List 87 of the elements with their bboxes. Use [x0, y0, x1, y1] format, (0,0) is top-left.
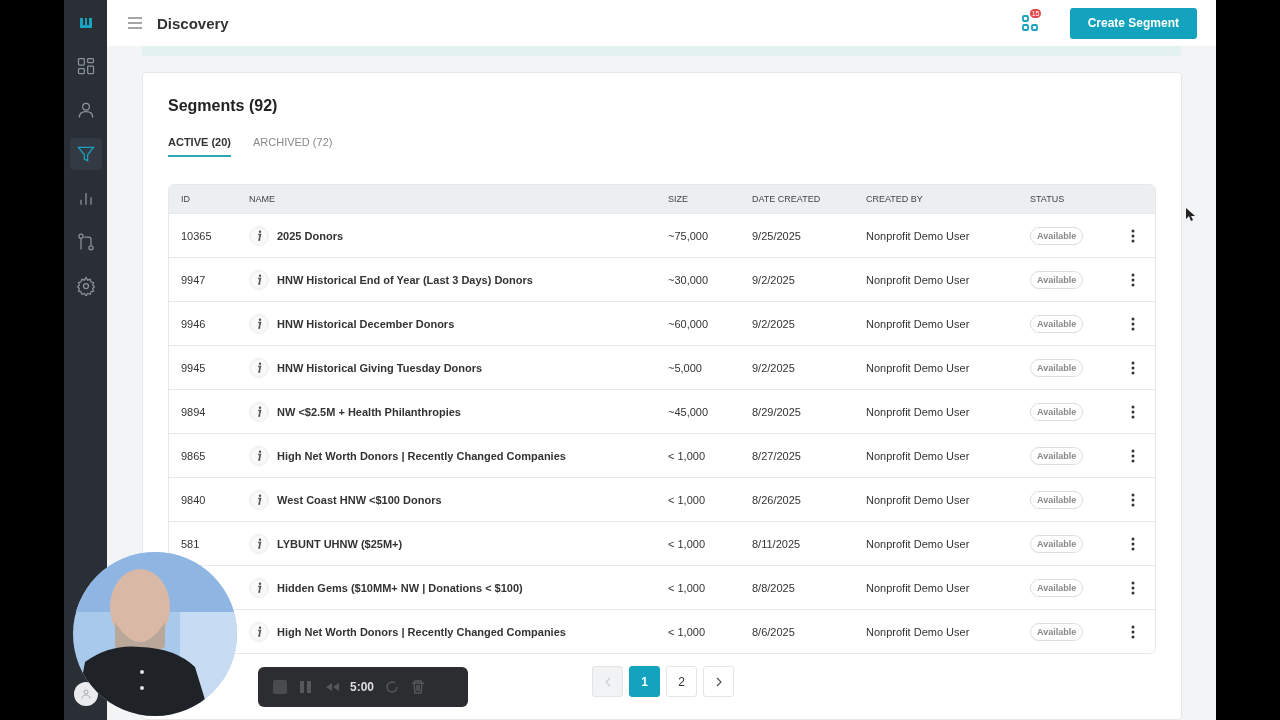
segment-name[interactable]: HNW Historical December Donors — [277, 317, 455, 330]
table-cell-text: 9946 — [181, 317, 207, 330]
more-icon[interactable] — [1130, 360, 1135, 375]
info-icon[interactable] — [249, 357, 269, 378]
table-cell-text: Nonprofit Demo User — [866, 625, 971, 638]
page-button[interactable]: 2 — [666, 666, 697, 697]
more-icon[interactable] — [1130, 404, 1135, 419]
table-cell-text: ~30,000 — [668, 273, 710, 286]
table-cell-text: Nonprofit Demo User — [866, 581, 971, 594]
table-cell-text: 8/6/2025 — [752, 625, 796, 638]
more-icon[interactable] — [1130, 316, 1135, 331]
table-cell-text: 8/26/2025 — [752, 493, 802, 506]
segment-name[interactable]: West Coast HNW <$100 Donors — [277, 493, 442, 506]
column-header[interactable]: NAME — [249, 194, 668, 204]
table-cell-text: < 1,000 — [668, 581, 706, 594]
table-cell-text: ~45,000 — [668, 405, 710, 418]
segment-name[interactable]: High Net Worth Donors | Recently Changed Companies — [277, 625, 566, 638]
table-cell-text: 9894 — [181, 405, 207, 418]
table-cell-text: < 1,000 — [668, 449, 706, 462]
chevron-left-icon — [603, 676, 612, 687]
table-cell-text: 8/27/2025 — [752, 449, 802, 462]
restart-icon[interactable] — [384, 679, 401, 695]
segment-name[interactable]: NW <$2.5M + Health Philanthropies — [277, 405, 461, 418]
table-cell-text: Nonprofit Demo User — [866, 229, 971, 242]
more-icon[interactable] — [1130, 228, 1135, 243]
table-cell-text: ~75,000 — [668, 229, 710, 242]
info-icon[interactable] — [249, 269, 269, 290]
info-icon[interactable] — [249, 621, 269, 642]
segment-name[interactable]: HNW Historical End of Year (Last 3 Days) Donors — [277, 273, 533, 286]
tab[interactable]: ACTIVE (20) — [168, 136, 231, 157]
table-cell-text: 581 — [181, 537, 201, 550]
column-header[interactable]: DATE CREATED — [752, 194, 866, 204]
more-icon[interactable] — [1130, 492, 1135, 507]
info-icon[interactable] — [249, 313, 269, 334]
table-cell-text: < 1,000 — [668, 537, 706, 550]
table-cell-text: 8/8/2025 — [752, 581, 796, 594]
apps-icon[interactable] — [1021, 15, 1038, 31]
column-header[interactable]: CREATED BY — [866, 194, 1030, 204]
segment-name[interactable]: HNW Historical Giving Tuesday Donors — [277, 361, 483, 374]
table-cell-text: Nonprofit Demo User — [866, 493, 971, 506]
table-cell-text: Nonprofit Demo User — [866, 273, 971, 286]
table-cell-text: Nonprofit Demo User — [866, 317, 971, 330]
column-header[interactable]: SIZE — [668, 194, 752, 204]
table-cell-text: 9947 — [181, 273, 207, 286]
table-cell-text: 8/29/2025 — [752, 405, 802, 418]
table-cell-text: 9/2/2025 — [752, 361, 796, 374]
avatar-icon[interactable] — [73, 682, 98, 706]
table-cell-text: Nonprofit Demo User — [866, 405, 971, 418]
page-title: Discovery — [157, 14, 230, 32]
segment-name[interactable]: LYBUNT UHNW ($25M+) — [277, 537, 403, 550]
info-icon[interactable] — [249, 489, 269, 510]
table-cell-text: ~60,000 — [668, 317, 710, 330]
table-cell-text: 9/25/2025 — [752, 229, 802, 242]
segment-name[interactable]: 2025 Donors — [277, 229, 344, 242]
tab[interactable]: ARCHIVED (72) — [252, 136, 333, 157]
table-cell-text: Nonprofit Demo User — [866, 449, 971, 462]
cursor-icon — [1186, 208, 1195, 221]
timer: 5:00 — [350, 680, 375, 694]
info-icon[interactable] — [249, 445, 269, 466]
table-cell-text: 9945 — [181, 361, 207, 374]
table-cell-text: Nonprofit Demo User — [866, 361, 971, 374]
info-icon[interactable] — [249, 533, 269, 554]
segment-name[interactable]: High Net Worth Donors | Recently Changed Companies — [277, 449, 566, 462]
column-header[interactable]: STATUS — [1030, 194, 1118, 204]
more-icon[interactable] — [1130, 536, 1135, 551]
table-cell-text: 9840 — [181, 493, 207, 506]
chevron-right-icon — [714, 676, 723, 687]
more-icon[interactable] — [1130, 580, 1135, 595]
column-header[interactable]: ID — [181, 194, 249, 204]
table-cell-text: ~5,000 — [668, 361, 703, 374]
info-icon[interactable] — [249, 577, 269, 598]
table-cell-text: 8/11/2025 — [752, 537, 802, 550]
table-cell-text: < 1,000 — [668, 625, 706, 638]
filter-icon[interactable] — [69, 138, 102, 170]
table-cell-text: 9/2/2025 — [752, 317, 796, 330]
table-cell-text: 9865 — [181, 449, 207, 462]
card-title: Segments (92) — [168, 97, 279, 115]
more-icon[interactable] — [1130, 272, 1135, 287]
more-icon[interactable] — [1130, 624, 1135, 639]
info-icon[interactable] — [249, 225, 269, 246]
table-cell-text: Nonprofit Demo User — [866, 537, 971, 550]
table-cell-text: 10365 — [181, 229, 213, 242]
more-icon[interactable] — [1130, 448, 1135, 463]
info-icon[interactable] — [249, 401, 269, 422]
table-cell-text: 9/2/2025 — [752, 273, 796, 286]
segment-name[interactable]: Hidden Gems ($10MM+ NW | Donations < $100) — [277, 581, 523, 594]
table-cell-text: < 1,000 — [668, 493, 706, 506]
